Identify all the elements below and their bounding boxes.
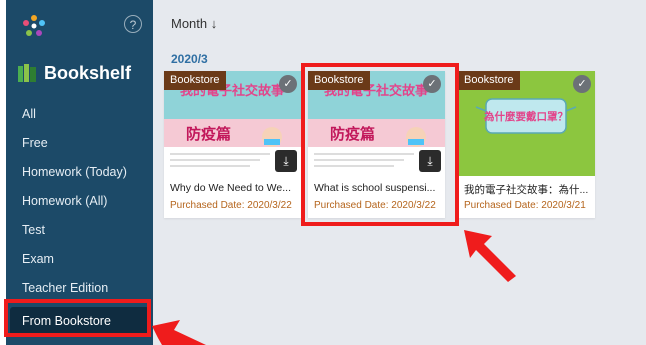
download-icon[interactable]: ⤓ (275, 150, 297, 172)
check-icon: ✓ (279, 75, 297, 93)
purchased-date: Purchased Date: 2020/3/21 (464, 200, 586, 211)
bookstore-tag: Bookstore (164, 71, 226, 90)
check-icon: ✓ (573, 75, 591, 93)
book-card[interactable]: 為什麼要戴口罩？ Bookstore ✓ 我的電子社交故事：為什... Purc… (458, 71, 595, 218)
sidebar-item-exam[interactable]: Exam (6, 245, 153, 274)
book-title: 我的電子社交故事：為什... (464, 184, 589, 196)
highlight-box-book (301, 63, 459, 226)
book-title: Why do We Need to We... (170, 182, 291, 194)
cover-subtitle: 防疫篇 (186, 125, 231, 143)
sidebar-item-all[interactable]: All (6, 100, 153, 129)
purchased-date: Purchased Date: 2020/3/22 (170, 200, 292, 211)
sidebar-item-test[interactable]: Test (6, 216, 153, 245)
highlight-box-nav (4, 299, 151, 337)
cover-subtitle: 為什麼要戴口罩？ (483, 110, 568, 123)
group-date-label: 2020/3 (171, 52, 208, 66)
sidebar: ? Bookshelf All Free Homework (Today) Ho… (6, 0, 153, 345)
books-icon (18, 64, 36, 82)
book-card[interactable]: 我的電子社交故事 防疫篇 Bookstore ✓ ⤓ Why do We Nee… (164, 71, 301, 218)
pointer-arrow-icon (464, 230, 516, 282)
book-cover: 我的電子社交故事 防疫篇 Bookstore ✓ ⤓ (164, 71, 301, 176)
bookshelf-heading: Bookshelf (16, 62, 131, 84)
bookstore-tag: Bookstore (458, 71, 520, 90)
page-title: Bookshelf (44, 62, 132, 83)
app-logo-icon (23, 15, 45, 36)
sort-dropdown[interactable]: Month ↓ (171, 16, 217, 31)
sidebar-item-homework-today[interactable]: Homework (Today) (6, 158, 153, 187)
sidebar-item-homework-all[interactable]: Homework (All) (6, 187, 153, 216)
pointer-arrow-icon (152, 320, 206, 345)
help-icon[interactable]: ? (124, 15, 142, 33)
sidebar-item-free[interactable]: Free (6, 129, 153, 158)
book-cover: 為什麼要戴口罩？ Bookstore ✓ (458, 71, 595, 176)
